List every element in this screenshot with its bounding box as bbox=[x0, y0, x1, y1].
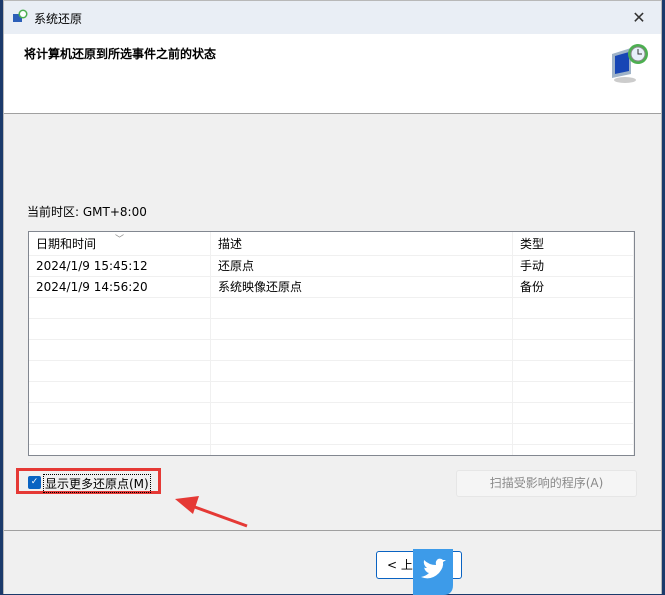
empty-cell bbox=[513, 382, 634, 403]
divider bbox=[4, 530, 661, 531]
empty-cell bbox=[29, 382, 211, 403]
empty-table-row bbox=[29, 382, 634, 403]
empty-cell bbox=[211, 298, 513, 319]
empty-table-row bbox=[29, 403, 634, 424]
cell-description: 系统映像还原点 bbox=[211, 277, 513, 298]
empty-cell bbox=[211, 340, 513, 361]
title-bar: 系统还原 ✕ bbox=[4, 1, 661, 34]
empty-cell bbox=[513, 403, 634, 424]
empty-cell bbox=[513, 298, 634, 319]
empty-table-row bbox=[29, 361, 634, 382]
column-header-date[interactable]: 日期和时间 ﹀ bbox=[29, 232, 211, 256]
timezone-label: 当前时区: GMT+8:00 bbox=[27, 205, 147, 219]
empty-cell bbox=[29, 424, 211, 445]
empty-cell bbox=[29, 403, 211, 424]
restore-points-table: 日期和时间 ﹀ 描述 类型 2024/1/9 15:45:12 还原点 手动 20… bbox=[28, 231, 635, 456]
empty-cell bbox=[211, 445, 513, 455]
empty-cell bbox=[513, 319, 634, 340]
scan-affected-programs-button[interactable]: 扫描受影响的程序(A) bbox=[456, 470, 637, 497]
system-restore-icon bbox=[13, 9, 28, 22]
column-label: 日期和时间 bbox=[36, 237, 97, 251]
empty-table-row bbox=[29, 424, 634, 445]
column-header-description[interactable]: 描述 bbox=[211, 232, 513, 256]
cell-date: 2024/1/9 14:56:20 bbox=[29, 277, 211, 298]
empty-table-row bbox=[29, 340, 634, 361]
restore-monitor-icon bbox=[612, 44, 648, 83]
empty-table-row bbox=[29, 445, 634, 455]
cell-type: 手动 bbox=[513, 256, 634, 277]
cell-description: 还原点 bbox=[211, 256, 513, 277]
empty-cell bbox=[29, 298, 211, 319]
empty-cell bbox=[211, 361, 513, 382]
page-heading: 将计算机还原到所选事件之前的状态 bbox=[24, 47, 217, 61]
empty-cell bbox=[513, 445, 634, 455]
table-header: 日期和时间 ﹀ 描述 类型 bbox=[29, 232, 634, 256]
window-title: 系统还原 bbox=[34, 12, 83, 26]
close-button[interactable]: ✕ bbox=[617, 1, 661, 34]
twitter-watermark-icon bbox=[413, 549, 453, 595]
empty-cell bbox=[211, 403, 513, 424]
show-more-label[interactable]: 显示更多还原点(M) bbox=[43, 474, 151, 493]
empty-cell bbox=[513, 361, 634, 382]
column-header-type[interactable]: 类型 bbox=[513, 232, 634, 256]
empty-cell bbox=[29, 319, 211, 340]
sort-chevron-icon: ﹀ bbox=[115, 235, 125, 245]
empty-cell bbox=[29, 445, 211, 455]
empty-cell bbox=[513, 340, 634, 361]
system-restore-window: 系统还原 ✕ 将计算机还原到所选事件之前的状态 当前时区: GMT+8:00 日… bbox=[3, 0, 662, 595]
header: 将计算机还原到所选事件之前的状态 bbox=[4, 34, 661, 114]
empty-table-row bbox=[29, 319, 634, 340]
empty-cell bbox=[29, 361, 211, 382]
annotation-highlight-box: ✓ 显示更多还原点(M) bbox=[16, 468, 161, 494]
empty-cell bbox=[211, 424, 513, 445]
table-row[interactable]: 2024/1/9 15:45:12 还原点 手动 bbox=[29, 256, 634, 277]
empty-table-row bbox=[29, 298, 634, 319]
empty-cell bbox=[211, 382, 513, 403]
cell-date: 2024/1/9 15:45:12 bbox=[29, 256, 211, 277]
empty-cell bbox=[211, 319, 513, 340]
table-row[interactable]: 2024/1/9 14:56:20 系统映像还原点 备份 bbox=[29, 277, 634, 298]
show-more-checkbox[interactable]: ✓ bbox=[28, 476, 41, 489]
cell-type: 备份 bbox=[513, 277, 634, 298]
empty-cell bbox=[29, 340, 211, 361]
empty-cell bbox=[513, 424, 634, 445]
